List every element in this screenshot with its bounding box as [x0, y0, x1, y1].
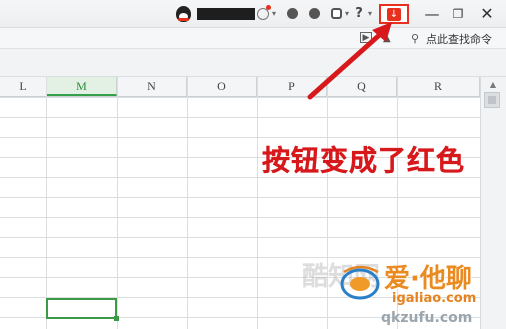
watermark-url-secondary: qkzufu.com: [381, 310, 473, 326]
watermark-url: igaliao.com: [392, 291, 477, 306]
watermark-logo-icon: [340, 265, 380, 300]
annotation-text: 按钮变成了红色: [262, 144, 466, 177]
watermark-brand: 爱·他聊: [384, 264, 472, 294]
